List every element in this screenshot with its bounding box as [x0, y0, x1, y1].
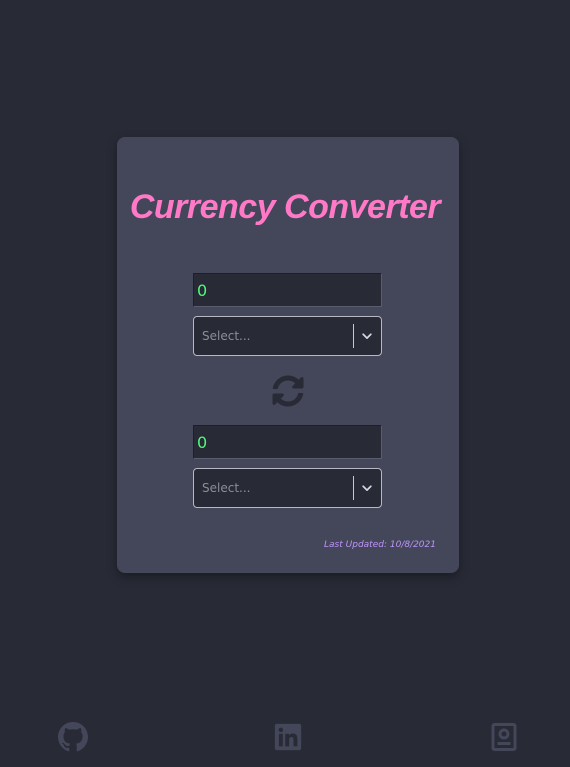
from-amount-input[interactable]	[193, 273, 382, 307]
to-currency-placeholder: Select...	[202, 481, 251, 495]
from-currency-placeholder: Select...	[202, 329, 251, 343]
linkedin-icon[interactable]	[273, 722, 303, 752]
chevron-down-icon[interactable]	[360, 481, 374, 495]
last-updated-text: Last Updated: 10/8/2021	[324, 540, 436, 550]
select-separator	[353, 476, 354, 500]
page-title: Currency Converter	[129, 188, 441, 226]
to-amount-input[interactable]	[193, 425, 382, 459]
portfolio-icon[interactable]	[489, 722, 519, 752]
github-icon[interactable]	[58, 722, 88, 752]
to-currency-select[interactable]: Select...	[193, 468, 382, 508]
from-currency-select[interactable]: Select...	[193, 316, 382, 356]
chevron-down-icon[interactable]	[360, 329, 374, 343]
swap-refresh-icon[interactable]	[272, 375, 304, 407]
page: Currency Converter Select... Select... L…	[0, 0, 570, 767]
select-separator	[353, 324, 354, 348]
